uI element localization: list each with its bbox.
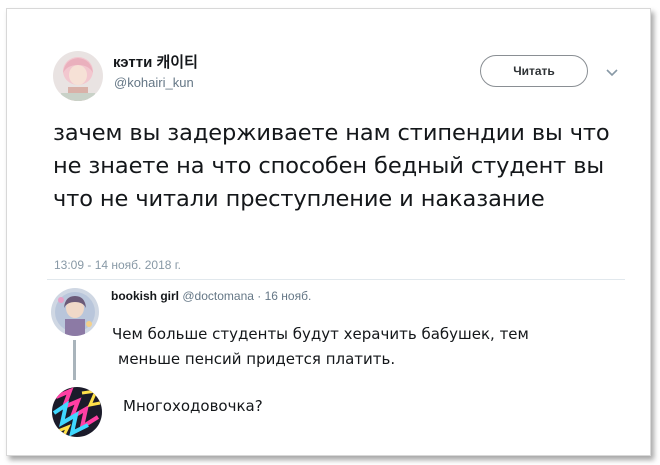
tweet-text: зачем вы задерживаете нам стипендии вы ч…: [53, 120, 610, 212]
chevron-down-icon[interactable]: [605, 65, 619, 77]
self-reply-avatar[interactable]: [52, 387, 102, 437]
reply-author-name[interactable]: bookish girl: [111, 289, 179, 303]
reply-date[interactable]: 16 нояб.: [265, 289, 312, 303]
thread-connector-line: [73, 340, 76, 380]
self-reply-text: Многоходовочка?: [123, 397, 263, 415]
tweet-screenshot-card: кэтти 캐이티 @kohairi_kun Читать зачем вы з…: [6, 8, 651, 456]
author-display-name[interactable]: кэтти 캐이티: [113, 51, 198, 72]
reply-author-avatar[interactable]: [51, 288, 99, 336]
reply-header: bookish girl @doctomana · 16 нояб.: [111, 289, 311, 303]
reply-text-line1: Чем больше студенты будут херачить бабуш…: [112, 325, 529, 343]
divider: [47, 279, 625, 280]
reply-text-line2: меньше пенсий придется платить.: [118, 350, 396, 368]
author-avatar[interactable]: [53, 51, 103, 101]
tweet-timestamp[interactable]: 13:09 - 14 нояб. 2018 г.: [54, 258, 181, 272]
reply-separator: ·: [257, 289, 262, 303]
author-handle[interactable]: @kohairi_kun: [114, 75, 194, 90]
reply-text: Чем больше студенты будут херачить бабуш…: [112, 322, 622, 372]
follow-button[interactable]: Читать: [480, 55, 588, 87]
reply-author-handle[interactable]: @doctomana: [182, 289, 254, 303]
